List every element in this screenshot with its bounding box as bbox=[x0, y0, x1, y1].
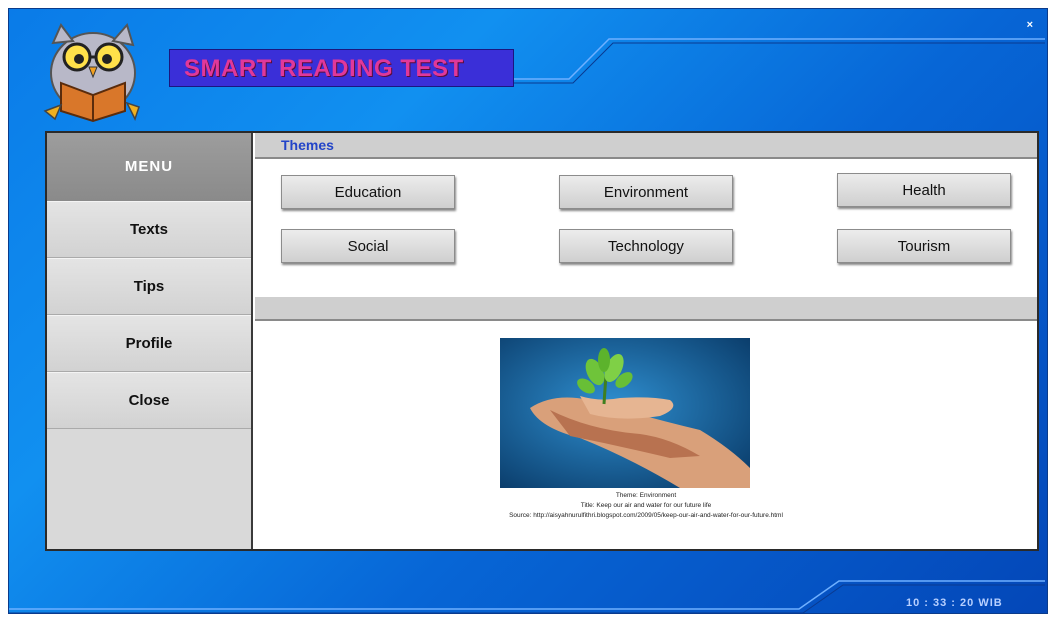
menu-header: MENU bbox=[47, 133, 251, 201]
sidebar-menu: MENU Texts Tips Profile Close bbox=[47, 133, 253, 549]
content-area: Themes Education Environment Health Soci… bbox=[255, 133, 1037, 549]
sidebar-item-close[interactable]: Close bbox=[47, 372, 251, 429]
divider-bar bbox=[255, 297, 1037, 321]
hands-holding-plant-image bbox=[500, 338, 750, 488]
status-clock: 10 : 33 : 20 WIB bbox=[906, 597, 1003, 609]
theme-environment-button[interactable]: Environment bbox=[559, 175, 733, 209]
caption-theme: Theme: Environment bbox=[615, 492, 677, 499]
sidebar-item-tips[interactable]: Tips bbox=[47, 258, 251, 315]
sidebar-item-texts[interactable]: Texts bbox=[47, 201, 251, 258]
close-window-icon[interactable]: × bbox=[1027, 19, 1033, 31]
theme-health-button[interactable]: Health bbox=[837, 173, 1011, 207]
main-panel: MENU Texts Tips Profile Close Themes Edu… bbox=[45, 131, 1039, 551]
caption-title: Title: Keep our air and water for our fu… bbox=[580, 502, 712, 509]
theme-technology-button[interactable]: Technology bbox=[559, 229, 733, 263]
owl-reading-logo-icon bbox=[43, 22, 140, 123]
theme-social-button[interactable]: Social bbox=[281, 229, 455, 263]
theme-tourism-button[interactable]: Tourism bbox=[837, 229, 1011, 263]
app-window: SMART READING TEST × MENU Texts Tips Pro… bbox=[8, 8, 1048, 614]
themes-heading: Themes bbox=[255, 133, 1037, 159]
theme-education-button[interactable]: Education bbox=[281, 175, 455, 209]
sidebar-item-profile[interactable]: Profile bbox=[47, 315, 251, 372]
app-title: SMART READING TEST bbox=[169, 49, 514, 87]
caption-source: Source: http://aisyahnurulfithri.blogspo… bbox=[509, 512, 783, 519]
